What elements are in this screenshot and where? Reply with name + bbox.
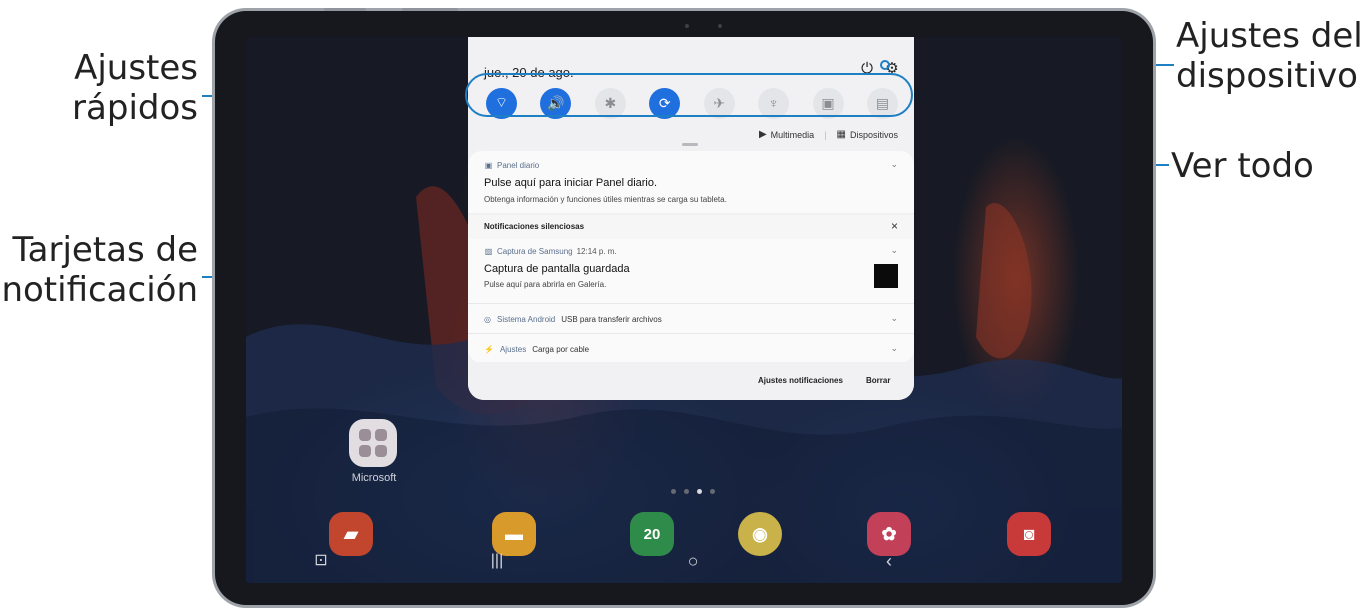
notification-title: Captura de pantalla guardada bbox=[484, 263, 630, 275]
multimedia-label: Multimedia bbox=[770, 129, 815, 140]
devices-button[interactable]: ▦ Dispositivos bbox=[837, 129, 898, 140]
notification-settings-button[interactable]: Ajustes notificaciones bbox=[758, 376, 843, 385]
expand-handle[interactable] bbox=[682, 143, 698, 146]
microsoft-folder[interactable] bbox=[349, 419, 397, 467]
notification-card-android[interactable]: ◎ Sistema Android USB para transferir ar… bbox=[468, 303, 914, 333]
play-icon: ▶ bbox=[758, 129, 767, 140]
callout-line-1: Ver todo bbox=[1171, 146, 1314, 186]
folder-app-icon bbox=[359, 445, 371, 457]
screenshot-keyboard-icon[interactable]: ⊡ bbox=[308, 549, 334, 573]
screen: Microsoft ▰ ▬ 20 ◉ ✿ ◙ ⊡ ||| ○ ‹ jue., 2… bbox=[246, 37, 1122, 583]
navigation-bar: ⊡ ||| ○ ‹ bbox=[246, 539, 1122, 583]
home-button[interactable]: ○ bbox=[680, 549, 706, 573]
callout-line-1: Tarjetas de bbox=[12, 230, 198, 270]
page-dot[interactable] bbox=[684, 489, 689, 494]
image-icon: ▨ bbox=[484, 247, 493, 256]
page-dot-active[interactable] bbox=[697, 489, 702, 494]
notification-row-line: ⚡ Ajustes Carga por cable bbox=[484, 345, 589, 354]
notification-text: USB para transferir archivos bbox=[561, 315, 662, 324]
multimedia-button[interactable]: ▶ Multimedia bbox=[759, 129, 814, 140]
chevron-down-icon[interactable]: ⌄ bbox=[890, 159, 898, 170]
devices-grid-icon: ▦ bbox=[836, 129, 846, 140]
notification-card-daily[interactable]: ▣ Panel diario ⌄ Pulse aquí para iniciar… bbox=[468, 151, 914, 213]
bolt-icon: ⚡ bbox=[484, 345, 494, 354]
front-camera bbox=[685, 24, 689, 28]
devices-label: Dispositivos bbox=[849, 129, 898, 140]
recents-button[interactable]: ||| bbox=[484, 549, 510, 573]
media-devices-row: ▶ Multimedia | ▦ Dispositivos bbox=[759, 129, 898, 140]
callout-line-2: notificación bbox=[1, 270, 198, 310]
notification-app-name: Panel diario bbox=[497, 161, 540, 170]
silent-notifications-header: Notificaciones silenciosas × bbox=[468, 215, 914, 239]
page-dot[interactable] bbox=[671, 489, 676, 494]
callout-notification-cards: Tarjetas de notificación bbox=[0, 230, 198, 310]
android-icon: ◎ bbox=[484, 315, 491, 324]
notification-row-line: ◎ Sistema Android USB para transferir ar… bbox=[484, 315, 662, 324]
notification-app-name: Sistema Android bbox=[496, 315, 556, 324]
page-dot[interactable] bbox=[710, 489, 715, 494]
notification-text: Obtenga información y funciones útiles m… bbox=[484, 195, 727, 204]
notification-app-line: ▣ Panel diario bbox=[484, 161, 540, 170]
notification-text: Carga por cable bbox=[532, 345, 590, 354]
notification-app-line: ▨ Captura de Samsung 12:14 p. m. bbox=[484, 247, 617, 256]
callout-view-all: Ver todo bbox=[1171, 146, 1361, 186]
chevron-down-icon[interactable]: ⌄ bbox=[890, 313, 898, 324]
notification-card-capture[interactable]: ▨ Captura de Samsung 12:14 p. m. ⌄ Captu… bbox=[468, 239, 914, 303]
callout-quick-settings: Ajustes rápidos bbox=[20, 48, 198, 128]
chevron-down-icon[interactable]: ⌄ bbox=[890, 245, 898, 256]
notification-title: Pulse aquí para iniciar Panel diario. bbox=[484, 177, 658, 189]
notification-footer: Ajustes notificaciones Borrar bbox=[468, 362, 914, 400]
folder-app-icon bbox=[375, 429, 387, 441]
notification-text: Pulse aquí para abrirla en Galería. bbox=[484, 280, 607, 289]
callout-device-settings: Ajustes del dispositivo bbox=[1176, 16, 1369, 96]
callout-line-2: dispositivo bbox=[1176, 56, 1358, 96]
quick-settings-highlight bbox=[465, 73, 913, 117]
callout-line-2: rápidos bbox=[72, 88, 198, 128]
daily-panel-icon: ▣ bbox=[484, 161, 493, 170]
sensor bbox=[718, 24, 722, 28]
folder-app-icon bbox=[375, 445, 387, 457]
screenshot-thumbnail[interactable] bbox=[874, 264, 898, 288]
clear-button[interactable]: Borrar bbox=[866, 376, 890, 385]
notification-app-name: Captura de Samsung bbox=[497, 247, 573, 256]
notification-time: 12:14 p. m. bbox=[576, 247, 617, 256]
page-indicator bbox=[671, 489, 715, 494]
chevron-down-icon[interactable]: ⌄ bbox=[890, 343, 898, 354]
divider: | bbox=[824, 129, 827, 140]
back-button[interactable]: ‹ bbox=[876, 549, 902, 573]
callout-line-1: Ajustes del bbox=[1176, 16, 1363, 56]
notification-app-name: Ajustes bbox=[499, 345, 527, 354]
folder-label: Microsoft bbox=[351, 472, 397, 484]
wallpaper-red-petal-right bbox=[976, 203, 1032, 359]
close-icon[interactable]: × bbox=[891, 219, 898, 233]
device-settings-dot bbox=[880, 60, 890, 70]
notification-card-settings[interactable]: ⚡ Ajustes Carga por cable ⌄ bbox=[468, 333, 914, 363]
silent-notifications-title: Notificaciones silenciosas bbox=[484, 222, 585, 231]
callout-line-1: Ajustes bbox=[74, 48, 198, 88]
folder-app-icon bbox=[359, 429, 371, 441]
